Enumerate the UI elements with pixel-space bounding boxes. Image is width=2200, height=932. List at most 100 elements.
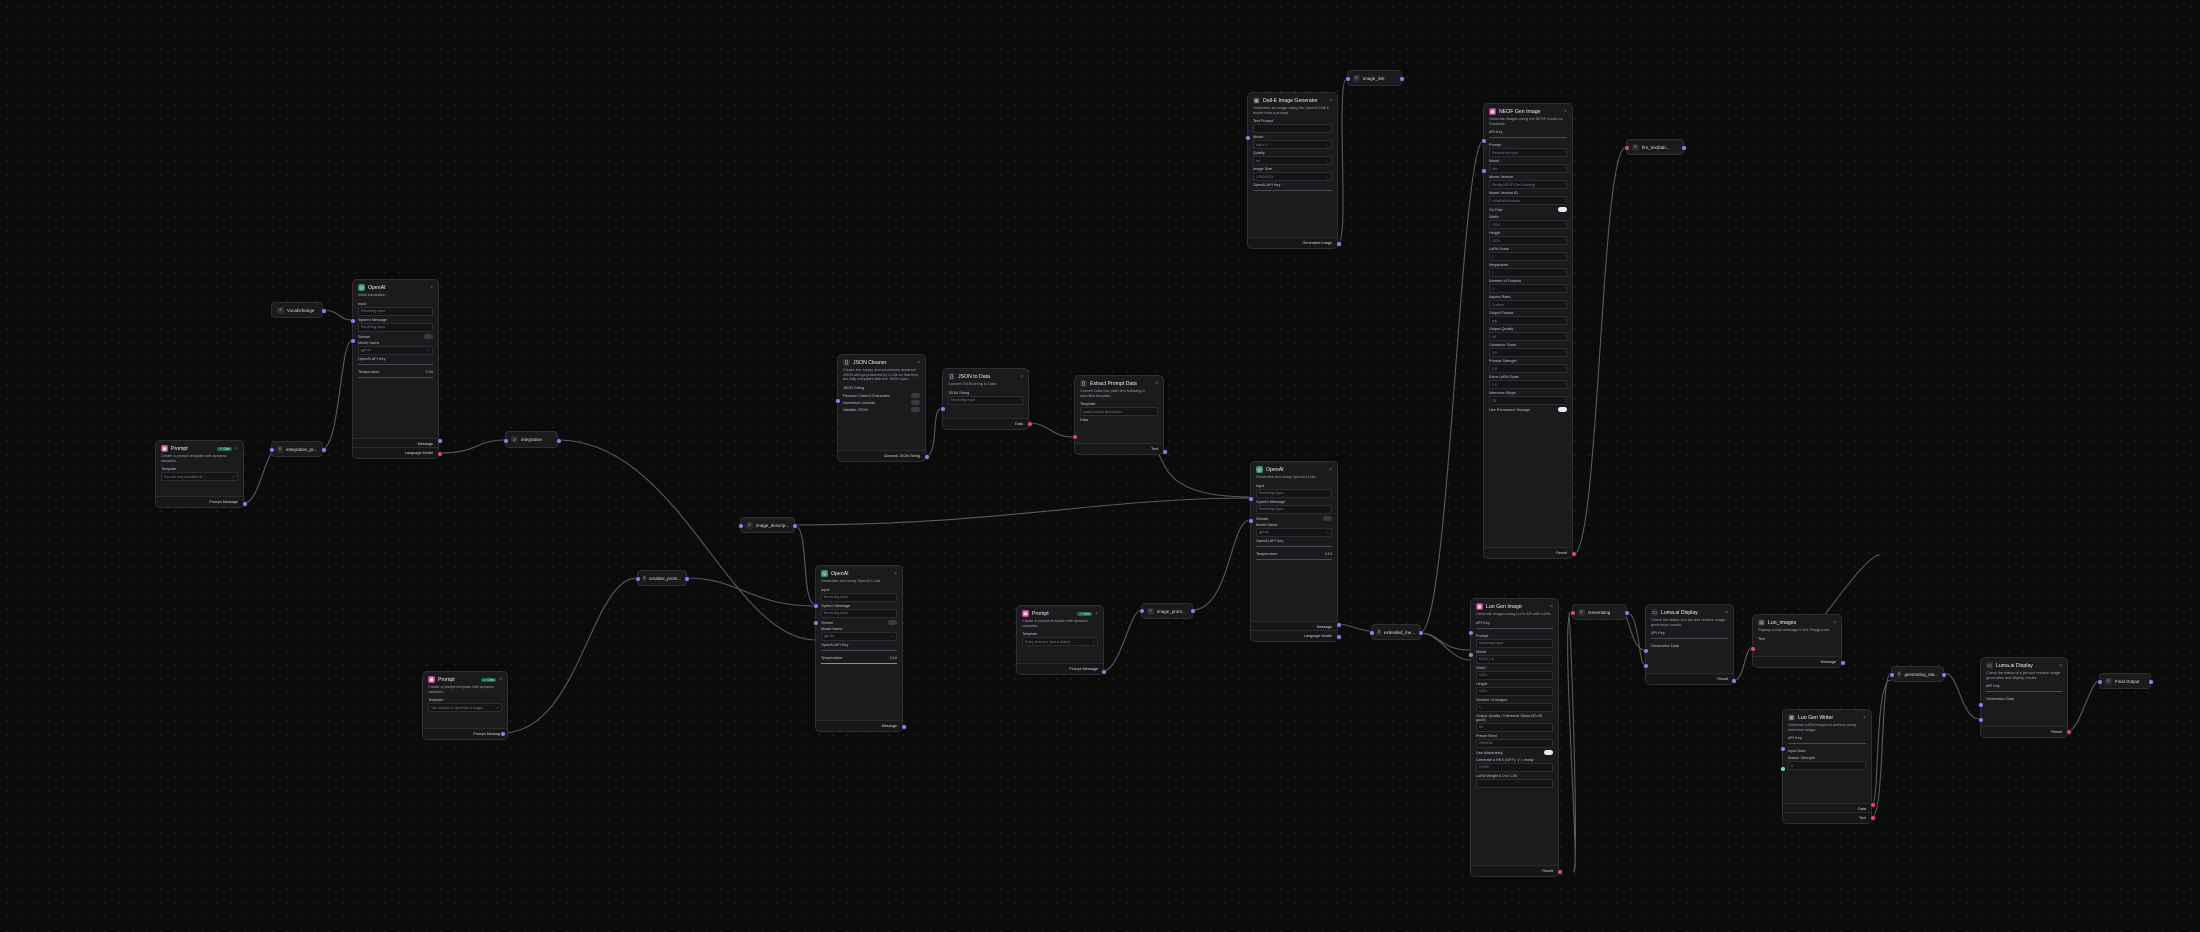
- output-handle[interactable]: [1027, 421, 1033, 427]
- vocabchange-node[interactable]: ⌕ Vocabchange: [271, 302, 323, 318]
- input-handle[interactable]: [1468, 652, 1474, 658]
- field-input[interactable]: [1476, 778, 1553, 788]
- input-handle[interactable]: [1643, 648, 1649, 654]
- template-input[interactable]: {data} extract description: [1080, 407, 1158, 417]
- output-handle[interactable]: [556, 438, 562, 444]
- input-handle[interactable]: [813, 620, 819, 626]
- input-handle[interactable]: [1345, 76, 1351, 82]
- close-icon[interactable]: ×: [917, 360, 920, 366]
- field-input[interactable]: 17000: [1476, 762, 1553, 772]
- input-handle[interactable]: [1468, 630, 1474, 636]
- input-handle[interactable]: [1750, 646, 1756, 652]
- input-handle[interactable]: [1481, 168, 1487, 174]
- output-handle[interactable]: [1557, 869, 1563, 875]
- close-icon[interactable]: ×: [430, 285, 433, 291]
- replicate-node[interactable]: ▦ NEOF Gen Image × Generate images using t…: [1483, 103, 1573, 559]
- output-handle[interactable]: [2148, 679, 2154, 685]
- output-handle[interactable]: [242, 501, 248, 507]
- image-link-node[interactable]: ⌕ image_link: [1347, 70, 1402, 86]
- field-input[interactable]: 1024: [1489, 220, 1567, 230]
- input-handle[interactable]: [940, 406, 946, 412]
- field-input[interactable]: Strong NEOF Gen Tracking: [1489, 180, 1567, 190]
- extended-node[interactable]: ⌕ extended_me...: [1371, 624, 1421, 640]
- close-icon[interactable]: ×: [1329, 467, 1332, 473]
- prompt-node-3[interactable]: ▣ Prompt ✓ Gen × Create a prompt template w…: [1016, 605, 1104, 675]
- input-handle[interactable]: [2097, 679, 2103, 685]
- output-handle[interactable]: [1336, 241, 1342, 247]
- openai-node-2[interactable]: ◎ OpenAI × Generates text using OpenAI LLM…: [815, 565, 903, 732]
- json-cleaner-node[interactable]: {} JSON Cleaner × Cleans the messy and som…: [837, 354, 926, 462]
- close-icon[interactable]: ×: [1550, 604, 1553, 610]
- input-handle[interactable]: [1780, 746, 1786, 752]
- luo-writer-node[interactable]: ▦ Luo Gen Writer × Generate LoRA images to…: [1782, 709, 1872, 824]
- input-handle[interactable]: [835, 398, 841, 404]
- field-input[interactable]: Custom: [1489, 300, 1567, 310]
- toggle[interactable]: [911, 400, 920, 406]
- prompt-input[interactable]: [1253, 124, 1332, 134]
- output-handle[interactable]: [1190, 608, 1196, 614]
- prompt-node-2[interactable]: ▣ Prompt ✓ Gen × Create a prompt template w…: [422, 671, 508, 740]
- output-handle[interactable]: [321, 308, 327, 314]
- toggle[interactable]: [911, 407, 920, 413]
- close-icon[interactable]: ×: [235, 446, 238, 452]
- input-field[interactable]: Receiving input: [821, 592, 897, 602]
- field-input[interactable]: 80: [1489, 332, 1567, 342]
- input-handle[interactable]: [503, 438, 509, 444]
- api-key-slider[interactable]: [821, 649, 897, 651]
- input-handle[interactable]: [1624, 145, 1630, 151]
- final-output-node[interactable]: ⌕ Final Output: [2099, 673, 2151, 689]
- input-handle[interactable]: [813, 603, 819, 609]
- output-handle[interactable]: [924, 454, 930, 460]
- field-input[interactable]: 1024: [1489, 236, 1567, 246]
- output-handle[interactable]: [1941, 672, 1947, 678]
- field-input[interactable]: jpg: [1489, 316, 1567, 326]
- system-message-field[interactable]: Receiving input: [358, 322, 433, 332]
- quality-select[interactable]: hd ⌄: [1253, 156, 1332, 166]
- close-icon[interactable]: ×: [894, 571, 897, 577]
- field-input[interactable]: 1: [1489, 268, 1567, 278]
- model-select[interactable]: gpt-4o ⌄: [1256, 527, 1332, 537]
- input-handle[interactable]: [1248, 518, 1254, 524]
- luma-display-node-1[interactable]: ▭ Luma.ai Display × Check the status of a …: [1645, 604, 1734, 685]
- output-handle[interactable]: [1336, 622, 1342, 628]
- api-key-slider[interactable]: [1489, 137, 1567, 139]
- input-handle[interactable]: [1248, 496, 1254, 502]
- output-handle[interactable]: [1336, 634, 1342, 640]
- size-select[interactable]: 1792x1024 ⌄: [1253, 172, 1332, 182]
- expand-icon[interactable]: ⤢: [496, 706, 499, 710]
- input-handle[interactable]: [1978, 717, 1984, 723]
- input-handle[interactable]: [1139, 608, 1145, 614]
- output-handle[interactable]: [1162, 449, 1168, 455]
- input-handle[interactable]: [1643, 663, 1649, 669]
- image-descrip-node[interactable]: ⌕ image_descrip...: [740, 517, 795, 533]
- output-handle[interactable]: [792, 523, 798, 529]
- template-input[interactable]: Every time you start a chat to ... ⤢: [1022, 637, 1098, 647]
- close-icon[interactable]: ×: [2059, 663, 2062, 669]
- model-select[interactable]: gpt-4o ⌄: [821, 631, 897, 641]
- close-icon[interactable]: ×: [1155, 381, 1158, 387]
- parse-data-node[interactable]: {} Extract Prompt Data × Convert Data into…: [1074, 375, 1164, 455]
- toggle[interactable]: [1558, 407, 1567, 413]
- toggle[interactable]: [911, 393, 920, 399]
- openai-node-3[interactable]: ◎ OpenAI × Generates text using OpenAI LLM…: [1250, 461, 1338, 642]
- field-input[interactable]: 1.0: [1489, 380, 1567, 390]
- close-icon[interactable]: ×: [1833, 620, 1836, 626]
- output-handle[interactable]: [684, 576, 690, 582]
- prompt-node-1[interactable]: ▣ Prompt ✓ Gen × Create a prompt template w…: [155, 440, 244, 508]
- output-handle[interactable]: [1731, 678, 1737, 684]
- field-input[interactable]: 0.8: [1489, 364, 1567, 374]
- json-to-data-node[interactable]: {} JSON to Data × Convert JSON string to D…: [942, 368, 1029, 430]
- lora-image-node[interactable]: ▦ Luo Gen Image × Generate images using Lu…: [1470, 598, 1559, 877]
- generating-sta-node[interactable]: ⌕ generating_sta...: [1891, 666, 1944, 682]
- field-input[interactable]: FLUX 1.0: [1476, 654, 1553, 664]
- close-icon[interactable]: ×: [499, 677, 502, 683]
- field-input[interactable]: 1024: [1476, 686, 1553, 696]
- close-icon[interactable]: ×: [1863, 715, 1866, 721]
- expand-icon[interactable]: ⤢: [1092, 640, 1095, 644]
- generating-node[interactable]: ⌕ Generating: [1572, 604, 1627, 620]
- stream-toggle[interactable]: [424, 333, 433, 339]
- output-handle[interactable]: [1399, 76, 1405, 82]
- temperature-slider[interactable]: [1256, 558, 1332, 560]
- input-field[interactable]: Receiving input: [1256, 488, 1332, 498]
- field-input[interactable]: 1024: [1476, 670, 1553, 680]
